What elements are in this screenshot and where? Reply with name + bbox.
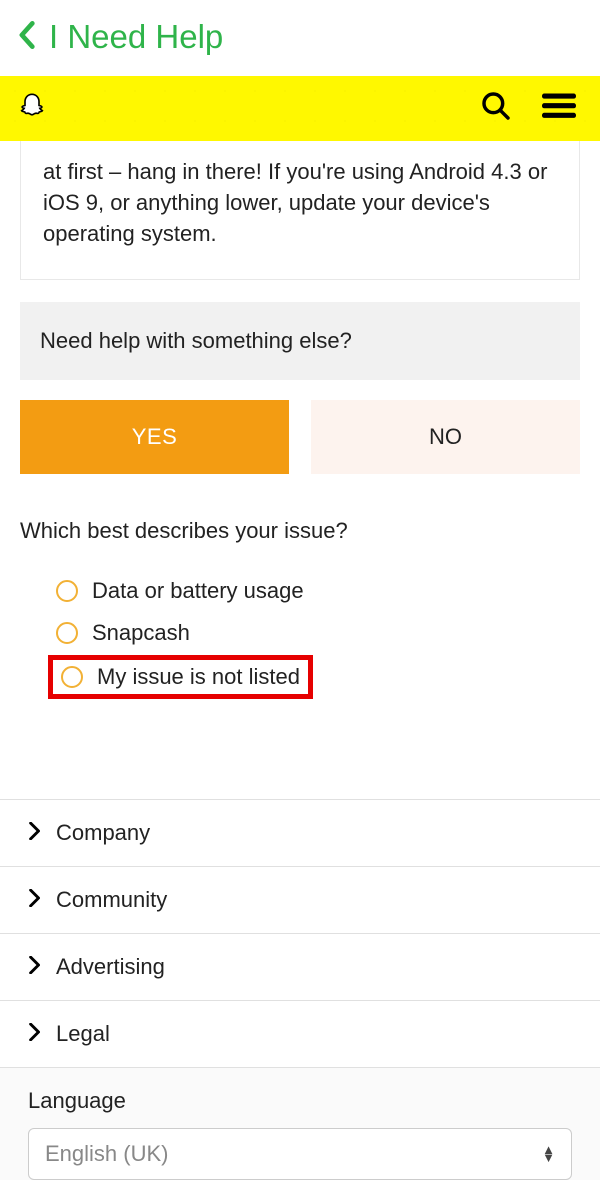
footer-item-legal[interactable]: Legal xyxy=(0,1000,600,1067)
page-title: I Need Help xyxy=(49,18,223,56)
radio-option-snapcash[interactable]: Snapcash xyxy=(56,612,580,654)
search-icon[interactable] xyxy=(480,90,512,127)
chevron-right-icon xyxy=(28,1021,40,1047)
top-nav: I Need Help xyxy=(0,0,600,76)
help-text: at first – hang in there! If you're usin… xyxy=(20,141,580,280)
chevron-right-icon xyxy=(28,820,40,846)
footer-label: Advertising xyxy=(56,954,165,980)
radio-label: My issue is not listed xyxy=(97,664,300,690)
footer-label: Legal xyxy=(56,1021,110,1047)
brand-bar xyxy=(0,76,600,141)
no-button[interactable]: NO xyxy=(311,400,580,474)
language-select[interactable]: English (UK) ▲▼ xyxy=(28,1128,572,1180)
radio-option-data-battery[interactable]: Data or battery usage xyxy=(56,570,580,612)
radio-list: Data or battery usage Snapcash My issue … xyxy=(20,570,580,699)
radio-icon xyxy=(56,580,78,602)
language-label: Language xyxy=(28,1088,572,1114)
radio-icon xyxy=(61,666,83,688)
back-icon[interactable] xyxy=(18,21,35,54)
footer-label: Community xyxy=(56,887,167,913)
button-row: YES NO xyxy=(20,400,580,474)
chevron-right-icon xyxy=(28,954,40,980)
radio-label: Data or battery usage xyxy=(92,578,304,604)
language-block: Language English (UK) ▲▼ xyxy=(0,1067,600,1180)
radio-icon xyxy=(56,622,78,644)
prompt-box: Need help with something else? xyxy=(20,302,580,380)
footer-item-community[interactable]: Community xyxy=(0,866,600,933)
radio-label: Snapcash xyxy=(92,620,190,646)
ghost-logo-icon xyxy=(18,91,46,126)
yes-button[interactable]: YES xyxy=(20,400,289,474)
radio-option-not-listed[interactable]: My issue is not listed xyxy=(61,664,300,690)
chevron-right-icon xyxy=(28,887,40,913)
issue-question: Which best describes your issue? xyxy=(20,518,580,544)
menu-icon[interactable] xyxy=(542,93,576,124)
language-value: English (UK) xyxy=(45,1141,168,1167)
footer-item-advertising[interactable]: Advertising xyxy=(0,933,600,1000)
select-arrows-icon: ▲▼ xyxy=(542,1146,555,1162)
highlight-annotation: My issue is not listed xyxy=(48,655,313,699)
footer: Company Community Advertising Legal Lang… xyxy=(0,799,600,1180)
footer-label: Company xyxy=(56,820,150,846)
footer-item-company[interactable]: Company xyxy=(0,799,600,866)
